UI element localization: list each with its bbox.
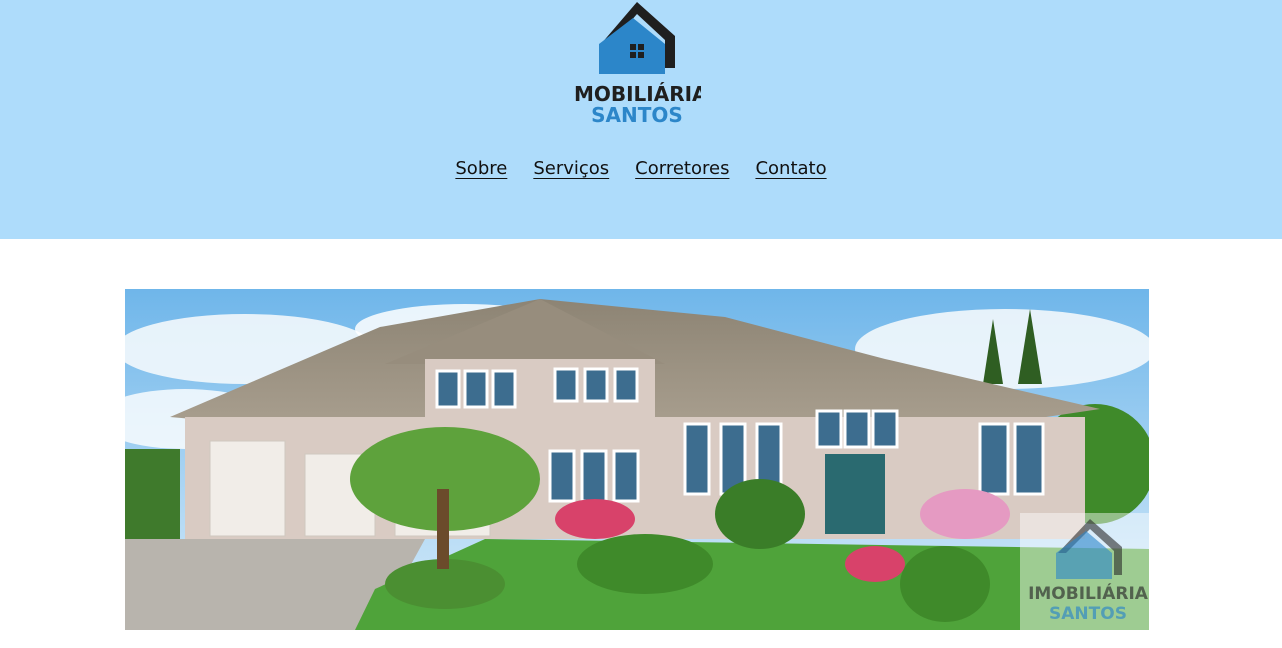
nav-link-servicos[interactable]: Serviços (533, 158, 609, 179)
house-logo-icon: IMOBILIÁRIA SANTOS (566, 2, 708, 127)
site-logo[interactable]: IMOBILIÁRIA SANTOS (566, 0, 708, 130)
house-watermark-icon: IMOBILIÁRIA SANTOS (1028, 519, 1149, 624)
hero-image: IMOBILIÁRIA SANTOS (125, 289, 1149, 630)
watermark-line2: SANTOS (1049, 604, 1127, 624)
nav-link-corretores[interactable]: Corretores (635, 158, 729, 179)
logo-line2: SANTOS (591, 103, 683, 127)
watermark-logo: IMOBILIÁRIA SANTOS (1020, 513, 1149, 630)
nav-link-sobre[interactable]: Sobre (455, 158, 507, 179)
site-header: IMOBILIÁRIA SANTOS Sobre Serviços Corret… (0, 0, 1282, 239)
house-photo (125, 289, 1149, 630)
nav-link-contato[interactable]: Contato (755, 158, 826, 179)
watermark-line1: IMOBILIÁRIA (1028, 582, 1149, 604)
main-nav: Sobre Serviços Corretores Contato (0, 158, 1282, 179)
